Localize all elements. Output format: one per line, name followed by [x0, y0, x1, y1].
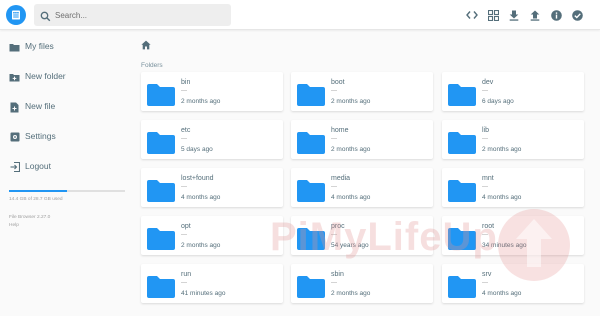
download-icon[interactable] — [507, 8, 521, 22]
folder-size: — — [181, 280, 187, 286]
folder-icon — [448, 84, 476, 106]
sidebar-item-new-folder[interactable]: New folder — [9, 70, 66, 84]
sidebar-item-label: My files — [25, 41, 54, 51]
folder-card-lib[interactable]: lib — 2 months ago — [442, 120, 584, 159]
folder-modified: 4 months ago — [181, 194, 221, 201]
search-box — [34, 4, 231, 26]
folder-size: — — [181, 184, 187, 190]
folder-size: — — [482, 88, 488, 94]
folder-size: — — [331, 136, 337, 142]
sidebar-item-label: Settings — [25, 131, 56, 141]
folder-icon — [448, 180, 476, 202]
sidebar-item-label: Logout — [25, 161, 51, 171]
sidebar-item-label: New folder — [25, 71, 66, 81]
folder-icon — [147, 132, 175, 154]
folder-card-boot[interactable]: boot — 2 months ago — [291, 72, 433, 111]
folder-size: — — [181, 136, 187, 142]
folder-card-opt[interactable]: opt — 2 months ago — [141, 216, 283, 255]
new-file-icon — [9, 101, 20, 113]
file-browser-logo-icon[interactable] — [6, 5, 26, 25]
folder-name: dev — [482, 79, 494, 86]
folder-name: run — [181, 271, 192, 278]
folder-card-bin[interactable]: bin — 2 months ago — [141, 72, 283, 111]
folder-icon — [147, 228, 175, 250]
folder-name: opt — [181, 223, 191, 230]
folder-card-lost-found[interactable]: lost+found — 4 months ago — [141, 168, 283, 207]
grid-view-icon[interactable] — [486, 8, 500, 22]
new-folder-icon — [9, 71, 20, 83]
folder-name: lost+found — [181, 175, 214, 182]
folder-modified: 4 months ago — [331, 194, 371, 201]
version-text: File Browser 2.27.0 — [9, 215, 51, 220]
folder-modified: 4 months ago — [482, 194, 522, 201]
sidebar-item-new-file[interactable]: New file — [9, 100, 55, 114]
folder-size: — — [482, 184, 488, 190]
sidebar-item-settings[interactable]: Settings — [9, 130, 56, 144]
sidebar-item-label: New file — [25, 101, 56, 111]
info-icon[interactable] — [549, 8, 563, 22]
help-link[interactable]: Help — [9, 223, 19, 228]
folder-size: — — [181, 232, 187, 238]
folder-modified: 2 months ago — [181, 242, 221, 249]
folder-modified: 6 days ago — [482, 98, 514, 105]
folder-icon — [147, 84, 175, 106]
folder-card-media[interactable]: media — 4 months ago — [291, 168, 433, 207]
folder-name: bin — [181, 79, 191, 86]
settings-icon — [9, 131, 20, 143]
folder-size: — — [181, 88, 187, 94]
folder-modified: 41 minutes ago — [181, 290, 226, 297]
storage-usage-text: 14.4 GB of 28.7 GB used — [9, 197, 63, 202]
folder-icon — [9, 41, 20, 53]
folder-name: etc — [181, 127, 191, 134]
folder-icon — [147, 276, 175, 298]
folder-name: home — [331, 127, 349, 134]
folder-size: — — [331, 88, 337, 94]
folder-card-dev[interactable]: dev — 6 days ago — [442, 72, 584, 111]
folder-size: — — [482, 136, 488, 142]
top-bar — [0, 0, 600, 30]
folder-name: media — [331, 175, 351, 182]
folder-modified: 2 months ago — [331, 98, 371, 105]
code-icon[interactable] — [465, 8, 479, 22]
folder-card-run[interactable]: run — 41 minutes ago — [141, 264, 283, 303]
folder-card-mnt[interactable]: mnt — 4 months ago — [442, 168, 584, 207]
folder-name: mnt — [482, 175, 494, 182]
search-input[interactable] — [55, 7, 225, 23]
folder-icon — [297, 180, 325, 202]
search-icon — [40, 9, 51, 27]
check-circle-icon[interactable] — [570, 8, 584, 22]
sidebar-item-my-files[interactable]: My files — [9, 40, 54, 54]
watermark-text: PiMyLifeUp — [270, 215, 498, 259]
folder-modified: 2 months ago — [331, 146, 371, 153]
folder-card-etc[interactable]: etc — 5 days ago — [141, 120, 283, 159]
watermark-arrow-icon — [498, 209, 570, 281]
logout-icon — [9, 161, 20, 173]
storage-usage-bar — [9, 190, 125, 192]
folder-name: lib — [482, 127, 490, 134]
storage-usage-fill — [9, 190, 67, 192]
folder-modified: 2 months ago — [181, 98, 221, 105]
home-icon[interactable] — [141, 37, 151, 50]
folder-modified: 5 days ago — [181, 146, 213, 153]
folder-icon — [448, 132, 476, 154]
folder-modified: 2 months ago — [482, 146, 522, 153]
watermark: PiMyLifeUp — [270, 205, 590, 295]
folder-card-home[interactable]: home — 2 months ago — [291, 120, 433, 159]
folder-icon — [297, 132, 325, 154]
folder-size: — — [331, 184, 337, 190]
folder-icon — [147, 180, 175, 202]
upload-icon[interactable] — [528, 8, 542, 22]
folder-icon — [297, 84, 325, 106]
section-title: Folders — [141, 62, 163, 69]
sidebar-item-logout[interactable]: Logout — [9, 160, 51, 174]
folder-name: boot — [331, 79, 345, 86]
